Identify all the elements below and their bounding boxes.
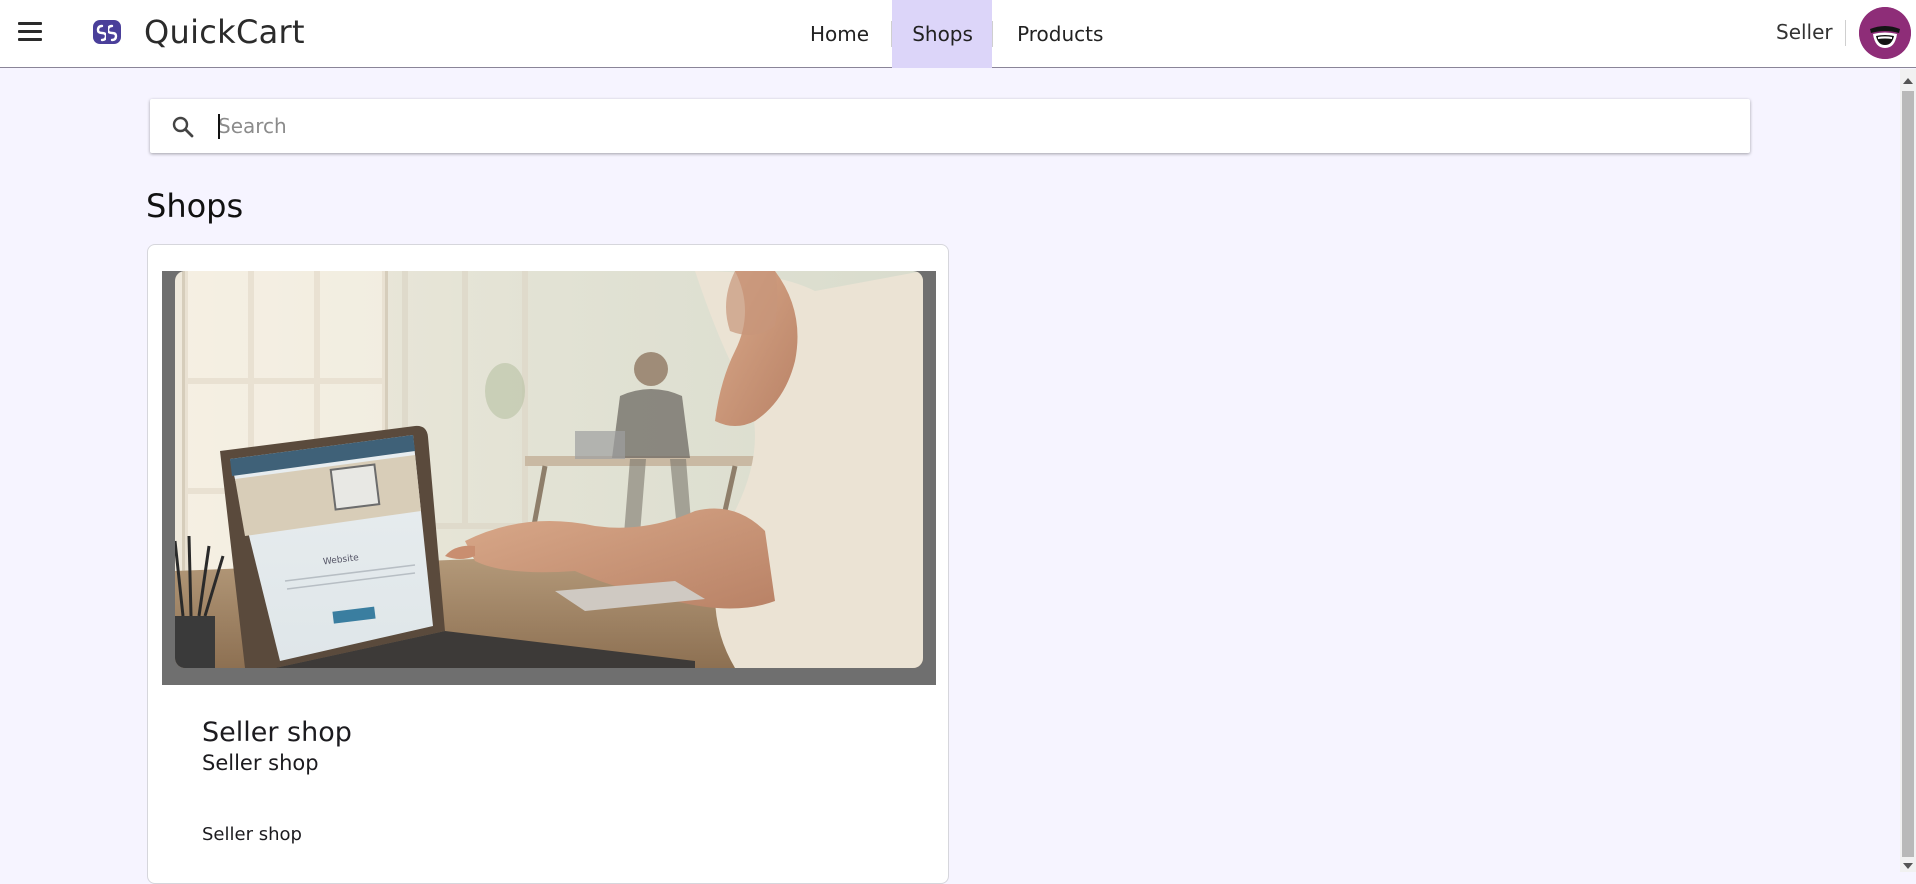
hamburger-menu-icon xyxy=(18,22,42,25)
shop-subtitle: Seller shop xyxy=(202,751,319,775)
main-nav: Home Shops Products xyxy=(792,0,1123,68)
shop-card[interactable]: Website Seller shop Seller shop Seller s… xyxy=(147,244,949,884)
hamburger-menu-icon-line xyxy=(18,30,42,33)
avatar[interactable] xyxy=(1859,7,1911,59)
quickcart-logo-icon[interactable] xyxy=(92,17,122,47)
search-bar[interactable] xyxy=(150,99,1750,153)
scrollbar-thumb[interactable] xyxy=(1902,91,1914,857)
menu-button[interactable] xyxy=(14,20,46,48)
shop-image-frame: Website xyxy=(162,271,936,685)
scroll-down-arrow-icon[interactable] xyxy=(1903,863,1913,869)
search-icon[interactable] xyxy=(170,114,196,140)
app-title[interactable]: QuickCart xyxy=(144,12,305,52)
page-scrollbar[interactable] xyxy=(1900,69,1916,872)
search-input[interactable] xyxy=(216,107,1716,145)
nav-tab-products[interactable]: Products xyxy=(993,0,1123,68)
avatar-icon xyxy=(1859,7,1911,59)
shop-name[interactable]: Seller shop xyxy=(202,716,352,750)
shop-description: Seller shop xyxy=(202,824,302,845)
top-app-bar: QuickCart Home Shops Products Seller xyxy=(0,0,1916,68)
text-caret xyxy=(218,114,220,139)
hamburger-menu-icon-line xyxy=(18,38,42,41)
header-divider xyxy=(1845,20,1846,46)
shop-banner-image: Website xyxy=(175,271,923,668)
scroll-up-arrow-icon[interactable] xyxy=(1903,78,1913,84)
nav-tab-shops[interactable]: Shops xyxy=(892,0,993,68)
page-title: Shops xyxy=(146,187,244,225)
shop-banner-laptop-photo: Website xyxy=(175,271,923,668)
user-role-link[interactable]: Seller xyxy=(1776,18,1833,46)
nav-tab-home[interactable]: Home xyxy=(792,0,891,68)
